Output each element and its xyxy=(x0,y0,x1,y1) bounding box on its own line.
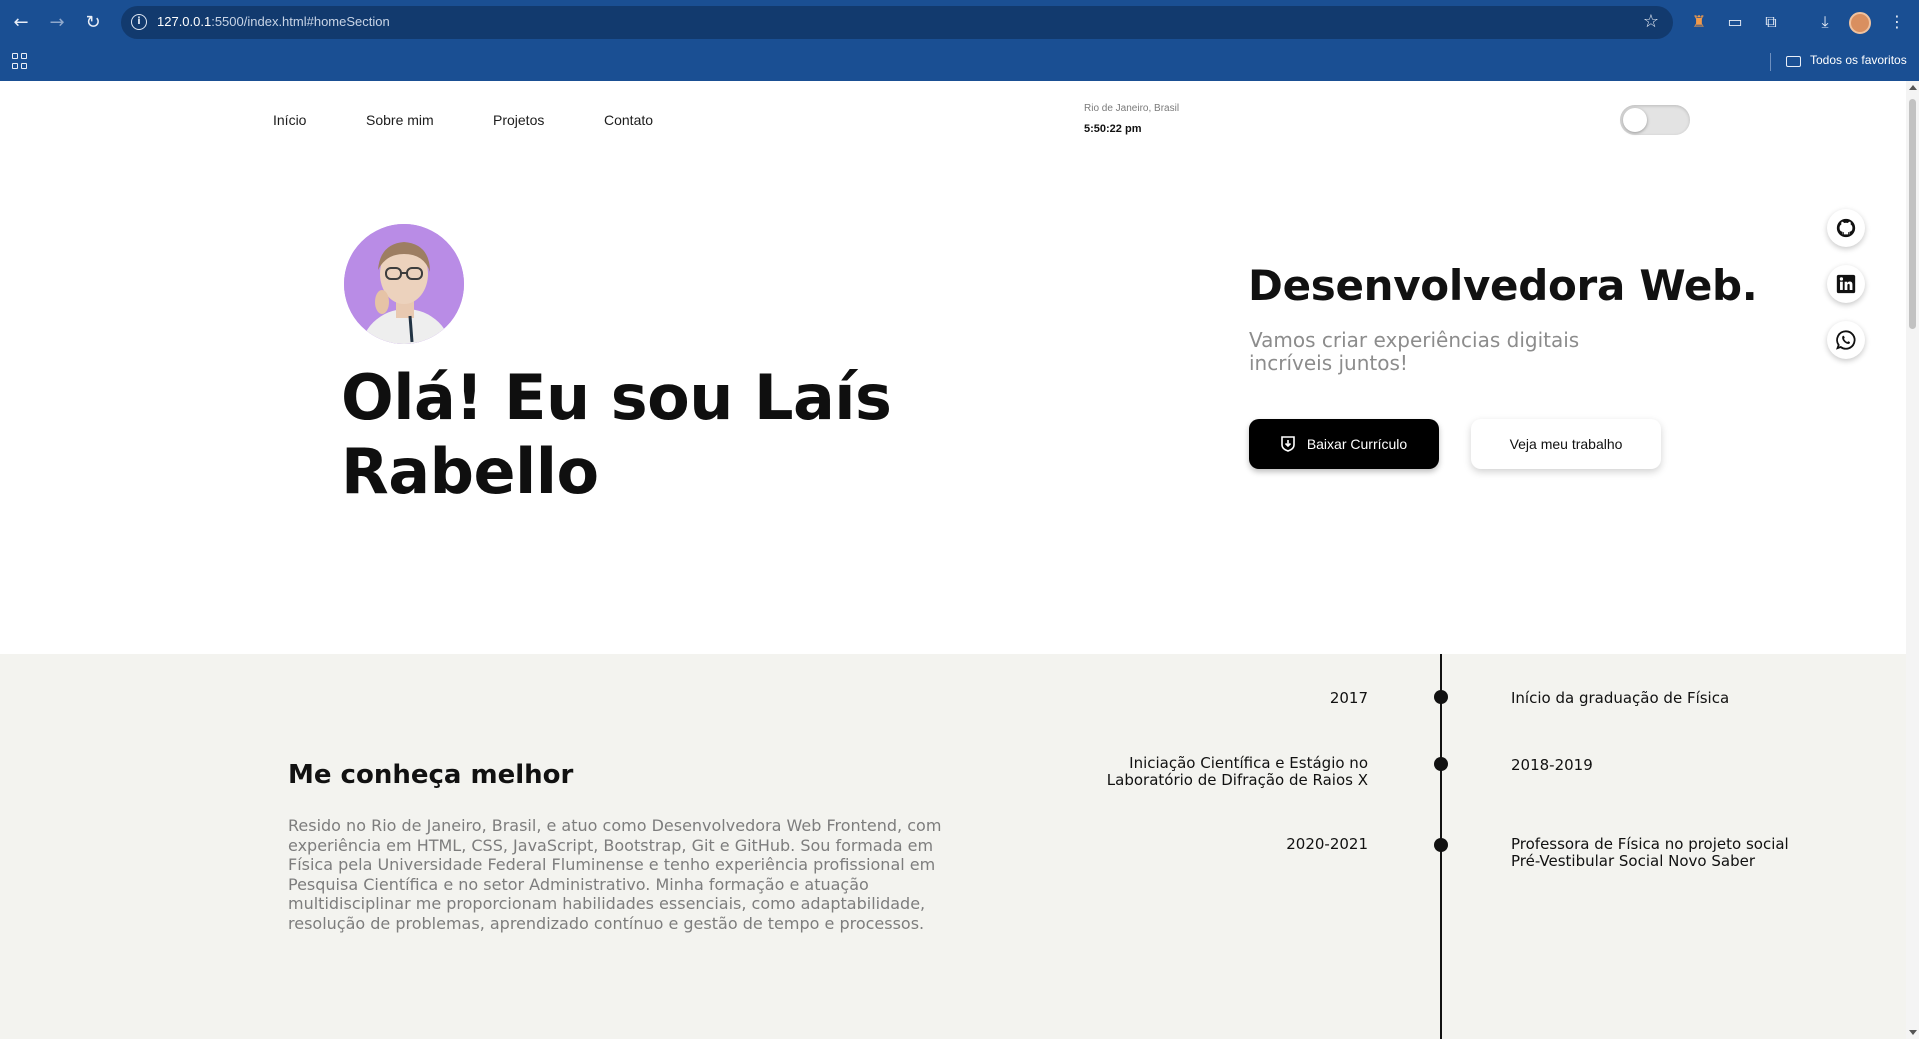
page-scrollbar[interactable] xyxy=(1906,81,1919,1039)
back-arrow-icon[interactable]: ← xyxy=(10,12,32,34)
role-tagline: Vamos criar experiências digitais incrív… xyxy=(1249,328,1580,375)
timeline-entry-3-right: Professora de Física no projeto social P… xyxy=(1511,835,1789,870)
linkedin-link[interactable] xyxy=(1827,265,1865,303)
github-icon xyxy=(1836,218,1856,238)
extensions-puzzle-icon[interactable]: ⧉ xyxy=(1760,11,1782,33)
toggle-knob xyxy=(1623,108,1647,132)
role-title: Desenvolvedora Web. xyxy=(1248,261,1758,310)
site-info-icon[interactable]: i xyxy=(131,14,147,30)
theme-toggle[interactable] xyxy=(1620,105,1690,135)
view-work-label: Veja meu trabalho xyxy=(1509,436,1623,452)
menu-kebab-icon[interactable]: ⋮ xyxy=(1886,11,1908,33)
timeline-entry-3-left: 2020-2021 xyxy=(1286,835,1368,853)
browser-chrome: ← → ↻ i 127.0.0.1:5500/index.html#homeSe… xyxy=(0,0,1919,81)
folder-icon[interactable] xyxy=(1786,56,1801,67)
about-text: Resido no Rio de Janeiro, Brasil, e atuo… xyxy=(288,816,942,933)
bookmarks-divider xyxy=(1770,53,1771,71)
about-section: Me conheça melhor Resido no Rio de Janei… xyxy=(0,654,1906,1039)
reload-icon[interactable]: ↻ xyxy=(82,12,104,34)
nav-link-projetos[interactable]: Projetos xyxy=(493,112,544,128)
page-viewport: Início Sobre mim Projetos Contato Rio de… xyxy=(0,81,1906,1039)
bookmark-star-icon[interactable]: ☆ xyxy=(1643,11,1659,32)
scroll-up-arrow-icon[interactable] xyxy=(1909,85,1917,90)
extension-icon[interactable]: ♜ xyxy=(1688,11,1710,33)
timeline-entry-1-left: 2017 xyxy=(1329,689,1368,707)
profile-photo xyxy=(344,224,464,344)
github-link[interactable] xyxy=(1827,209,1865,247)
whatsapp-link[interactable] xyxy=(1827,321,1865,359)
profile-avatar[interactable] xyxy=(1849,12,1871,34)
scroll-down-arrow-icon[interactable] xyxy=(1909,1030,1917,1035)
nav-link-sobre-mim[interactable]: Sobre mim xyxy=(366,112,434,128)
download-icon[interactable]: ⤓ xyxy=(1814,11,1836,33)
timeline-entry-2-right: 2018-2019 xyxy=(1511,756,1593,774)
linkedin-icon xyxy=(1836,274,1856,294)
whatsapp-icon xyxy=(1836,330,1856,350)
all-bookmarks-link[interactable]: Todos os favoritos xyxy=(1810,53,1907,67)
about-title: Me conheça melhor xyxy=(288,760,574,790)
download-cv-label: Baixar Currículo xyxy=(1306,436,1408,452)
shield-download-icon xyxy=(1281,436,1295,452)
hero-greeting: Olá! Eu sou Laís Rabello xyxy=(341,361,892,508)
url-host: 127.0.0.1 xyxy=(157,14,212,29)
url-text[interactable]: 127.0.0.1:5500/index.html#homeSection xyxy=(157,14,390,29)
browser-toolbar: ← → ↻ i 127.0.0.1:5500/index.html#homeSe… xyxy=(0,0,1919,45)
clock-time: 5:50:22 pm xyxy=(1084,123,1142,135)
apps-grid-icon[interactable] xyxy=(12,53,28,69)
download-cv-button[interactable]: Baixar Currículo xyxy=(1249,419,1439,469)
url-path: :5500/index.html#homeSection xyxy=(211,14,390,29)
tab-cast-icon[interactable]: ▭ xyxy=(1724,11,1746,33)
forward-arrow-icon[interactable]: → xyxy=(46,12,68,34)
address-bar[interactable]: i 127.0.0.1:5500/index.html#homeSection … xyxy=(121,6,1673,39)
clock-location: Rio de Janeiro, Brasil xyxy=(1084,103,1180,114)
timeline-dot xyxy=(1434,757,1448,771)
view-work-button[interactable]: Veja meu trabalho xyxy=(1471,419,1661,469)
bookmarks-bar: Todos os favoritos xyxy=(0,45,1919,81)
scrollbar-thumb[interactable] xyxy=(1909,99,1916,329)
timeline-dot xyxy=(1434,690,1448,704)
nav-link-contato[interactable]: Contato xyxy=(604,112,653,128)
timeline-dot xyxy=(1434,838,1448,852)
timeline-entry-1-right: Início da graduação de Física xyxy=(1511,689,1730,707)
timeline-entry-2-left: Iniciação Científica e Estágio no Labora… xyxy=(1106,754,1368,789)
nav-link-inicio[interactable]: Início xyxy=(273,112,306,128)
